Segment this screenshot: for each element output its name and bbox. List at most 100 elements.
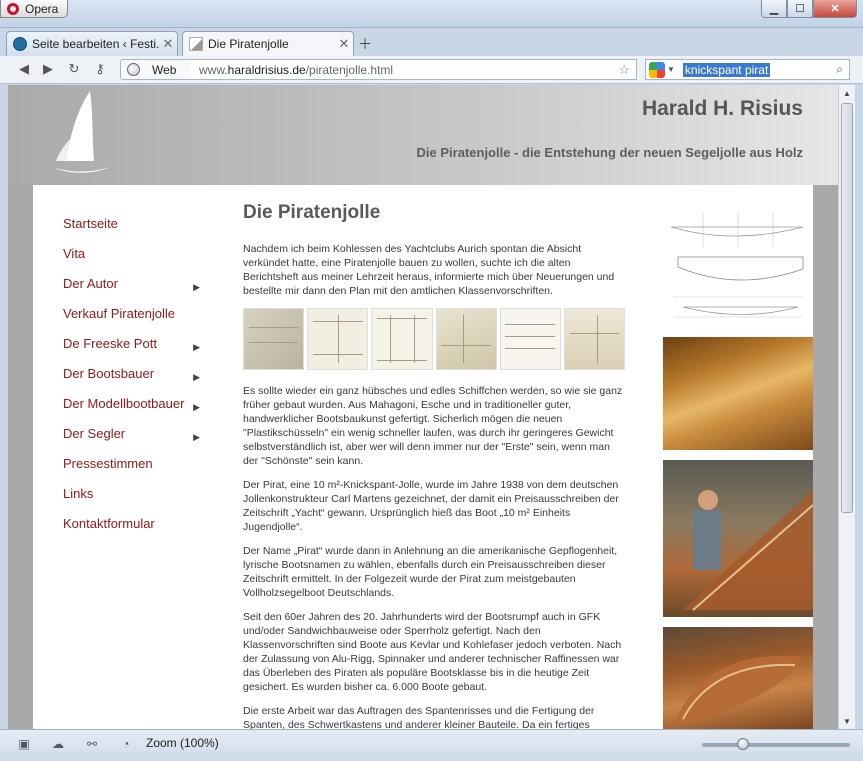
nav-label[interactable]: Kontaktformular: [63, 516, 155, 531]
nav-label[interactable]: De Freeske Pott: [63, 336, 157, 351]
forward-icon[interactable]: ▶: [38, 61, 58, 77]
article-paragraph: Seit den 60er Jahren des 20. Jahrhundert…: [243, 611, 622, 693]
boatbuilder-photo[interactable]: [663, 460, 813, 617]
nav-item-de-freeske-pott[interactable]: De Freeske Pott ▶: [63, 335, 203, 365]
submenu-arrow-icon: ▶: [193, 372, 200, 382]
unite-icon[interactable]: ⚯: [84, 737, 100, 751]
site-header: Harald H. Risius Die Piratenjolle - die …: [8, 85, 838, 185]
maximize-button[interactable]: ☐: [787, 0, 813, 18]
opera-logo-icon: [7, 2, 19, 15]
nav-label[interactable]: Verkauf Piratenjolle: [63, 306, 175, 321]
nav-label[interactable]: Der Modellbootbauer: [63, 396, 184, 411]
new-tab-icon[interactable]: ＋: [358, 34, 372, 54]
web-security-chip[interactable]: Web: [120, 59, 192, 80]
article-paragraph: Nachdem ich beim Kohlessen des Yachtclub…: [243, 243, 615, 297]
nav-item-der-bootsbauer[interactable]: Der Bootsbauer ▶: [63, 365, 203, 395]
url-path: /piratenjolle.html: [305, 62, 394, 77]
window-titlebar: Opera ▁ ☐ ✕: [0, 0, 863, 28]
tab-label: Seite bearbeiten ‹ Festi...: [32, 37, 159, 51]
nav-item-startseite[interactable]: Startseite: [63, 215, 203, 245]
thumbnail-image[interactable]: [307, 308, 369, 370]
opera-menu-label: Opera: [25, 1, 59, 16]
thumbnail-image[interactable]: [371, 308, 433, 370]
close-button[interactable]: ✕: [813, 0, 857, 18]
nav-label[interactable]: Links: [63, 486, 93, 501]
blueprint-image: [670, 212, 804, 318]
zoom-slider[interactable]: [702, 738, 850, 750]
chevron-down-icon[interactable]: ▼: [667, 65, 675, 74]
nav-label[interactable]: Der Segler: [63, 426, 125, 441]
zoom-label[interactable]: Zoom (100%): [146, 736, 219, 750]
scroll-down-icon[interactable]: ▼: [839, 713, 855, 729]
boat-frames-photo[interactable]: [663, 337, 813, 450]
page-viewport: Harald H. Risius Die Piratenjolle - die …: [8, 85, 838, 729]
article-content: Die Piratenjolle Nachdem ich beim Kohles…: [243, 202, 626, 729]
thumbnail-image[interactable]: [435, 308, 497, 370]
thumbnail-image[interactable]: [243, 308, 305, 370]
thumbnail-image[interactable]: [499, 308, 561, 370]
bookmark-star-icon[interactable]: ☆: [618, 62, 630, 78]
sailboat-logo-icon: [52, 91, 114, 173]
zoom-slider-handle[interactable]: [737, 738, 750, 750]
nav-item-kontaktformular[interactable]: Kontaktformular: [63, 515, 203, 545]
tab-die-piratenjolle[interactable]: Die Piratenjolle ✕: [182, 31, 354, 56]
submenu-arrow-icon: ▶: [193, 432, 200, 442]
nav-label[interactable]: Der Autor: [63, 276, 118, 291]
search-field[interactable]: ▼ knickspant pirat ⌕: [645, 59, 850, 80]
site-subtitle: Die Piratenjolle - die Entstehung der ne…: [416, 145, 803, 160]
scroll-up-icon[interactable]: ▲: [839, 85, 855, 101]
url-prefix: www.: [199, 62, 228, 77]
submenu-arrow-icon: ▶: [193, 342, 200, 352]
minimize-button[interactable]: ▁: [761, 0, 787, 18]
submenu-arrow-icon: ▶: [193, 282, 200, 292]
back-icon[interactable]: ◀: [14, 61, 34, 77]
finished-hull-photo[interactable]: [663, 627, 813, 729]
status-bar: ▣ ☁ ⚯ ◔ Zoom (100%): [0, 729, 863, 761]
article-paragraph: Die erste Arbeit war das Auftragen des S…: [243, 705, 595, 729]
opera-menu-button[interactable]: Opera: [0, 0, 68, 18]
nav-item-der-modellbootbauer[interactable]: Der Modellbootbauer ▶: [63, 395, 203, 425]
submenu-arrow-icon: ▶: [193, 402, 200, 412]
address-toolbar: ◀ ▶ ↻ ⚷ Web www. haraldrisius.de/piratenj…: [0, 56, 863, 84]
nav-item-der-autor[interactable]: Der Autor ▶: [63, 275, 203, 305]
reload-icon[interactable]: ↻: [64, 61, 84, 77]
nav-item-verkauf-piratenjolle[interactable]: Verkauf Piratenjolle: [63, 305, 203, 335]
boat-plan-drawing[interactable]: [663, 197, 813, 332]
panel-toggle-icon[interactable]: ▣: [16, 737, 32, 751]
tab-close-icon[interactable]: ✕: [159, 36, 177, 52]
address-input[interactable]: www. haraldrisius.de/piratenjolle.html ☆: [191, 59, 637, 80]
web-label: Web: [152, 62, 177, 77]
vertical-scrollbar[interactable]: ▲ ▼: [838, 85, 855, 729]
thumbnail-image[interactable]: [563, 308, 626, 370]
article-paragraph: Es sollte wieder ein ganz hübsches und e…: [243, 385, 623, 467]
page-title: Die Piratenjolle: [243, 202, 381, 223]
wordpress-icon: [13, 37, 27, 51]
scrollbar-thumb[interactable]: [841, 103, 853, 513]
search-query[interactable]: knickspant pirat: [682, 62, 771, 77]
tab-close-icon[interactable]: ✕: [335, 36, 353, 52]
cloud-icon[interactable]: ☁: [50, 737, 66, 751]
site-title: Harald H. Risius: [641, 97, 803, 120]
turbo-icon[interactable]: ◔: [118, 737, 134, 751]
window-controls: ▁ ☐ ✕: [761, 0, 857, 18]
tab-label: Die Piratenjolle: [208, 37, 289, 51]
hull-photo: [683, 490, 813, 611]
sail-favicon: [189, 37, 203, 51]
main-navigation: Startseite Vita Der Autor ▶ Verkauf Pirat…: [63, 215, 203, 545]
nav-label[interactable]: Der Bootsbauer: [63, 366, 154, 381]
nav-item-pressestimmen[interactable]: Pressestimmen: [63, 455, 203, 485]
nav-label[interactable]: Pressestimmen: [63, 456, 153, 471]
hull-photo: [673, 655, 803, 727]
thumbnail-strip: [243, 308, 626, 370]
nav-item-vita[interactable]: Vita: [63, 245, 203, 275]
key-icon[interactable]: ⚷: [90, 61, 110, 77]
search-icon[interactable]: ⌕: [836, 62, 843, 77]
nav-label[interactable]: Startseite: [63, 216, 118, 231]
google-icon[interactable]: [649, 61, 665, 78]
nav-label[interactable]: Vita: [63, 246, 85, 261]
tab-seite-bearbeiten[interactable]: Seite bearbeiten ‹ Festi... ✕: [6, 31, 178, 56]
nav-item-der-segler[interactable]: Der Segler ▶: [63, 425, 203, 455]
nav-item-links[interactable]: Links: [63, 485, 203, 515]
globe-icon: [127, 63, 140, 76]
article-paragraph: Der Name „Pirat“ wurde dann in Anlehnung…: [243, 545, 618, 599]
